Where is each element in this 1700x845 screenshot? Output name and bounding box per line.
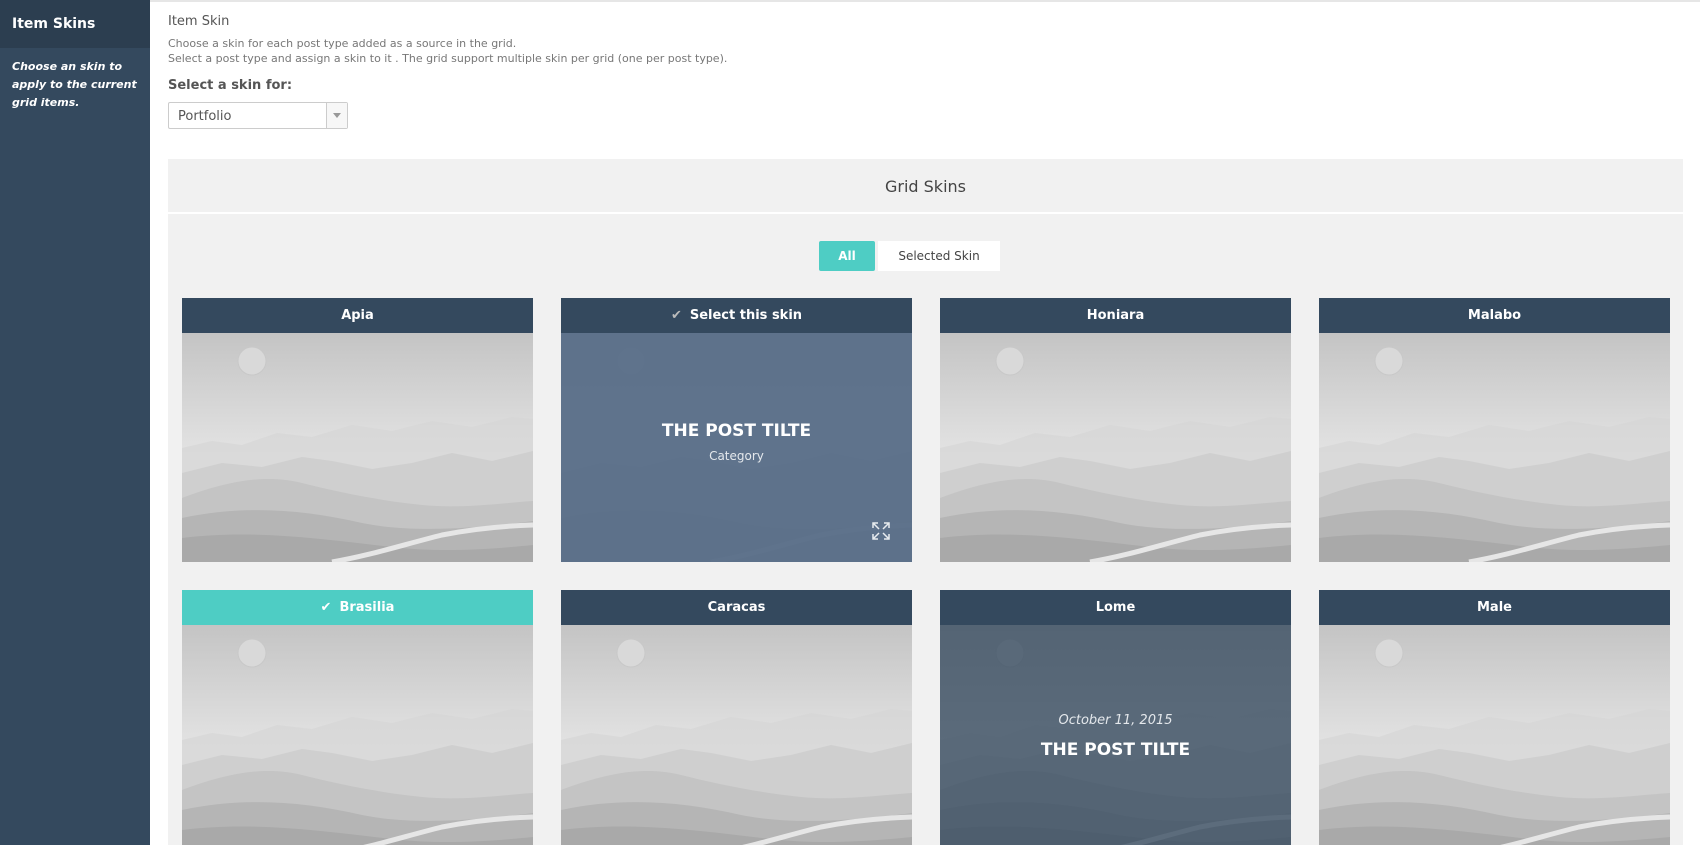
skin-card-hover[interactable]: ✔ Select this skin THE POST TILTE Categor… — [561, 298, 912, 562]
grid-skins-title: Grid Skins — [168, 159, 1683, 214]
skin-card-header: Caracas — [561, 590, 912, 625]
skin-card-malabo[interactable]: Malabo — [1319, 298, 1670, 562]
skin-name: Honiara — [1086, 308, 1145, 323]
skin-name: Male — [1477, 600, 1512, 615]
skin-card-header: Honiara — [940, 298, 1291, 333]
overlay-category: Category — [709, 449, 764, 463]
section-description-line-1: Choose a skin for each post type added a… — [168, 37, 517, 50]
skin-name: Malabo — [1467, 308, 1522, 323]
skin-name: Brasilia — [339, 600, 395, 615]
main-content: Item Skin Choose a skin for each post ty… — [150, 0, 1700, 845]
skin-card-male[interactable]: Male — [1319, 590, 1670, 845]
grid-skins-panel: Grid Skins All Selected Skin Apia ✔ Selec… — [168, 159, 1683, 845]
skin-card-header-selected: ✔ Brasilia — [182, 590, 533, 625]
top-divider — [150, 0, 1700, 2]
skin-preview-image — [1319, 333, 1670, 562]
skin-preview-image: THE POST TILTE Category — [561, 333, 912, 562]
skin-name: Caracas — [707, 600, 766, 615]
select-this-skin-label[interactable]: Select this skin — [690, 308, 802, 323]
select-skin-label: Select a skin for: — [168, 78, 293, 93]
post-type-select[interactable]: Portfolio — [168, 102, 348, 129]
filter-selected-skin-button[interactable]: Selected Skin — [878, 241, 1000, 271]
skin-preview-image — [940, 333, 1291, 562]
skin-hover-overlay: THE POST TILTE Category — [561, 333, 912, 562]
skin-preview-image — [182, 333, 533, 562]
skin-card-honiara[interactable]: Honiara — [940, 298, 1291, 562]
overlay-post-title: THE POST TILTE — [1040, 740, 1191, 760]
skin-card-header: Male — [1319, 590, 1670, 625]
sidebar-title: Item Skins — [0, 0, 150, 48]
skin-card-header: Lome — [940, 590, 1291, 625]
skin-preview-image — [182, 625, 533, 845]
skin-preview-image — [561, 625, 912, 845]
check-icon: ✔ — [670, 308, 682, 323]
overlay-post-date: October 11, 2015 — [1058, 713, 1173, 728]
skin-card-header: ✔ Select this skin — [561, 298, 912, 333]
post-type-select-value: Portfolio — [178, 109, 232, 124]
skin-card-lome[interactable]: Lome October 11, 2015 THE POST TILTE — [940, 590, 1291, 845]
expand-icon[interactable] — [872, 522, 890, 540]
section-description: Choose a skin for each post type added a… — [168, 36, 727, 66]
filter-all-button[interactable]: All — [819, 241, 875, 271]
check-icon: ✔ — [320, 600, 332, 615]
section-title: Item Skin — [168, 14, 230, 29]
skin-overlay: October 11, 2015 THE POST TILTE — [940, 625, 1291, 845]
section-description-line-2: Select a post type and assign a skin to … — [168, 52, 728, 65]
overlay-post-title: THE POST TILTE — [661, 421, 812, 441]
chevron-down-icon[interactable] — [326, 103, 347, 128]
skin-card-apia[interactable]: Apia — [182, 298, 533, 562]
skin-name: Apia — [341, 308, 374, 323]
skin-preview-image: October 11, 2015 THE POST TILTE — [940, 625, 1291, 845]
skin-name: Lome — [1095, 600, 1136, 615]
skin-card-brasilia[interactable]: ✔ Brasilia — [182, 590, 533, 845]
skin-card-caracas[interactable]: Caracas — [561, 590, 912, 845]
sidebar-description: Choose an skin to apply to the current g… — [12, 60, 137, 109]
skin-card-header: Apia — [182, 298, 533, 333]
sidebar: Item Skins Choose an skin to apply to th… — [0, 0, 150, 845]
skin-preview-image — [1319, 625, 1670, 845]
skin-card-header: Malabo — [1319, 298, 1670, 333]
